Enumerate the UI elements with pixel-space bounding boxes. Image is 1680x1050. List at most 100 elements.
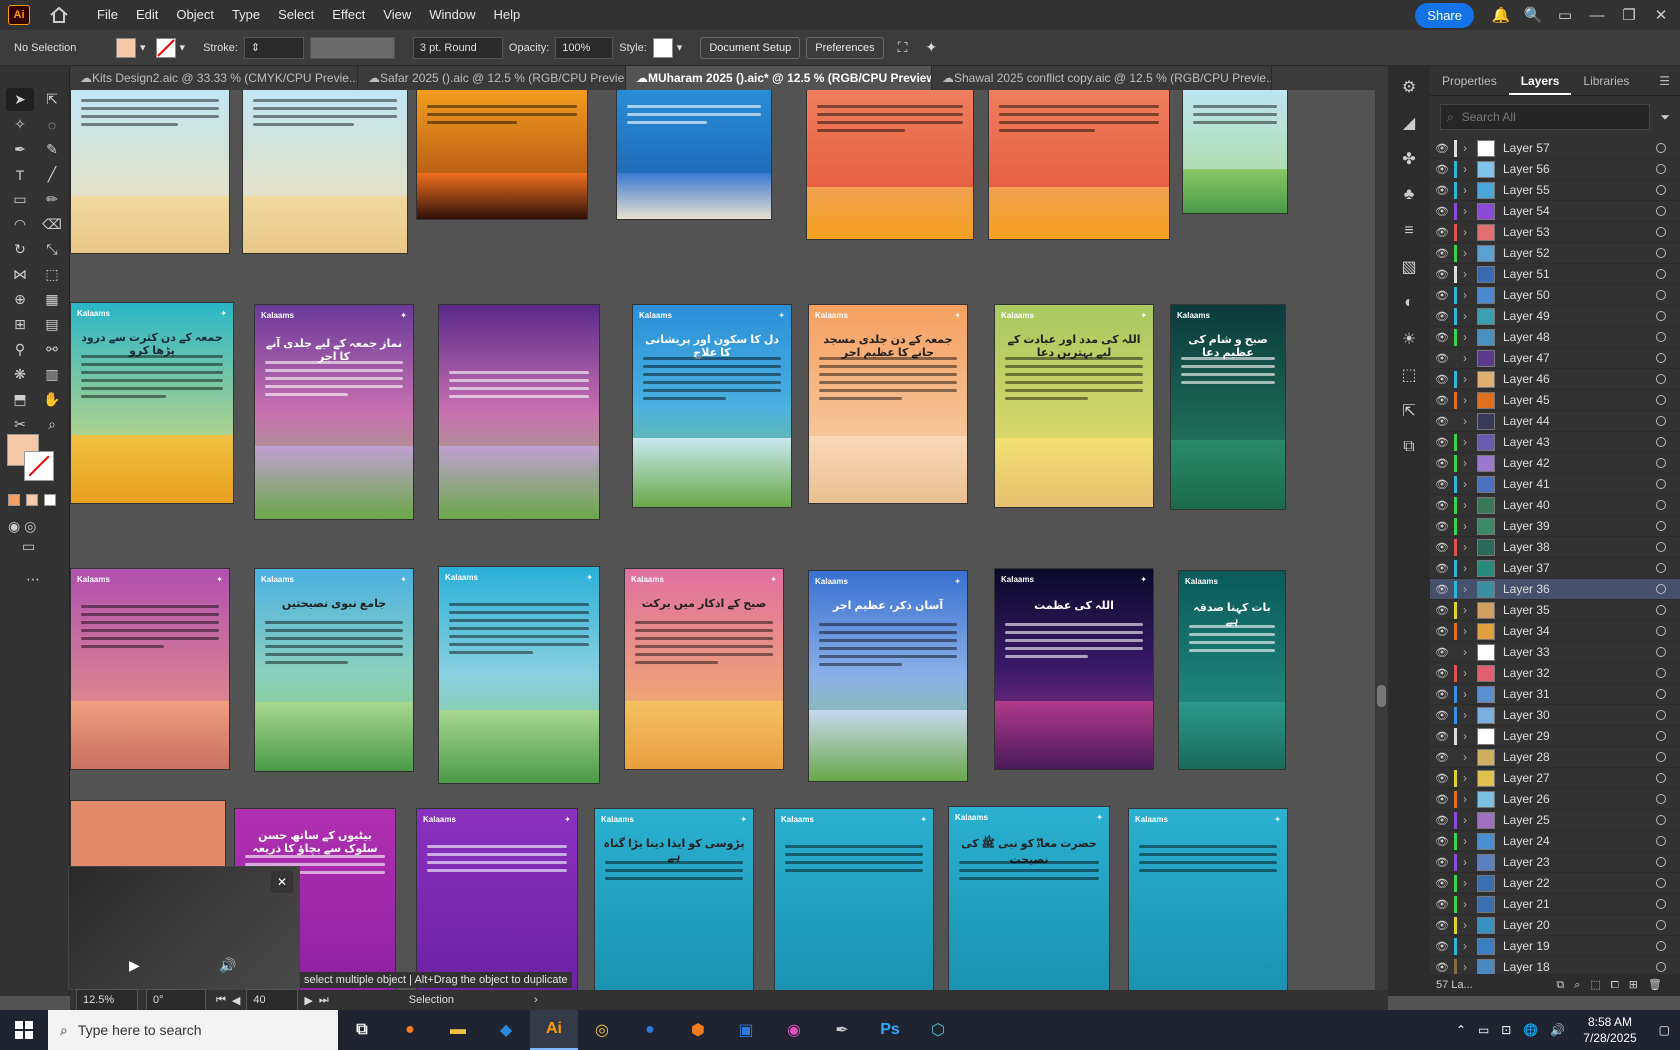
artboard[interactable]: Kalaams بات کہنا صدقہ ہے [1178, 570, 1286, 770]
visibility-eye-icon[interactable]: 👁 [1430, 667, 1454, 680]
layer-row[interactable]: 👁 › Layer 45 [1430, 390, 1680, 411]
visibility-eye-icon[interactable]: 👁 [1430, 730, 1454, 743]
artboard[interactable] [1182, 90, 1288, 214]
expand-chevron-icon[interactable]: › [1463, 813, 1477, 827]
menu-view[interactable]: View [374, 0, 420, 30]
tab-libraries[interactable]: Libraries [1571, 66, 1641, 95]
layer-name[interactable]: Layer 57 [1503, 141, 1656, 155]
visibility-eye-icon[interactable]: 👁 [1430, 625, 1454, 638]
last-artboard-icon[interactable]: ⏭ [319, 994, 329, 1007]
panel-menu-icon[interactable]: ☰ [1649, 66, 1680, 95]
visibility-eye-icon[interactable]: 👁 [1430, 793, 1454, 806]
expand-chevron-icon[interactable]: › [1463, 141, 1477, 155]
layer-actions-icons[interactable]: ⧉⌕⬚⧠⊞🗑 [1556, 978, 1672, 992]
layer-row[interactable]: 👁 › Layer 24 [1430, 831, 1680, 852]
pen-app-icon[interactable]: ✒ [818, 1010, 866, 1050]
layer-row[interactable]: 👁 › Layer 37 [1430, 558, 1680, 579]
layer-target-icon[interactable] [1656, 353, 1666, 363]
export-icon[interactable]: ⇱ [1394, 396, 1424, 426]
visibility-eye-icon[interactable]: 👁 [1430, 919, 1454, 932]
layer-name[interactable]: Layer 55 [1503, 183, 1656, 197]
visibility-eye-icon[interactable]: 👁 [1430, 268, 1454, 281]
artboard[interactable]: Kalaams ✦ [70, 568, 230, 770]
document-setup-button[interactable]: Document Setup [700, 36, 801, 59]
home-icon[interactable] [48, 4, 70, 26]
next-artboard-icon[interactable]: ▶ [304, 994, 312, 1007]
layer-row[interactable]: 👁 › Layer 28 [1430, 747, 1680, 768]
layer-name[interactable]: Layer 30 [1503, 708, 1656, 722]
layer-target-icon[interactable] [1656, 458, 1666, 468]
artboard-number-dropdown[interactable]: 40 [246, 989, 299, 1011]
tab-shawal[interactable]: ☁ Shawal 2025 conflict copy.aic @ 12.5 %… [932, 66, 1272, 90]
draw-modes-icon[interactable]: ◉ ◎ [8, 518, 36, 535]
display-icon[interactable]: ▭ [1478, 1023, 1489, 1037]
photoshop-icon[interactable]: Ps [866, 1010, 914, 1050]
layer-target-icon[interactable] [1656, 815, 1666, 825]
layer-row[interactable]: 👁 › Layer 57 [1430, 138, 1680, 159]
layer-target-icon[interactable] [1656, 941, 1666, 951]
network-icon[interactable]: 🌐 [1523, 1023, 1538, 1037]
expand-chevron-icon[interactable]: › [1463, 393, 1477, 407]
artboard-tool-icon[interactable]: ⬒ [6, 388, 34, 411]
stroke-swatch[interactable] [155, 37, 176, 58]
visibility-eye-icon[interactable]: 👁 [1430, 226, 1454, 239]
pencil-tool-icon[interactable]: ✏ [38, 188, 66, 211]
canvas[interactable]: Kalaams ✦ جمعہ کے دن کثرت سے درود پڑھا کر… [70, 90, 1388, 990]
blend-tool-icon[interactable]: ⚯ [38, 338, 66, 361]
menu-object[interactable]: Object [167, 0, 223, 30]
filter-icon[interactable]: ⏷ [1660, 110, 1670, 125]
visibility-eye-icon[interactable]: 👁 [1430, 940, 1454, 953]
pen-tool-icon[interactable]: ✒ [6, 138, 34, 161]
layer-name[interactable]: Layer 32 [1503, 666, 1656, 680]
expand-chevron-icon[interactable]: › [1463, 645, 1477, 659]
bell-icon[interactable]: 🔔 [1488, 2, 1514, 28]
workspace-icon[interactable]: ▭ [1552, 2, 1578, 28]
gradient-panel-icon[interactable]: ◢ [1394, 108, 1424, 138]
layer-row[interactable]: 👁 › Layer 25 [1430, 810, 1680, 831]
layer-target-icon[interactable] [1656, 521, 1666, 531]
restore-icon[interactable]: ❐ [1616, 2, 1642, 28]
layer-name[interactable]: Layer 42 [1503, 456, 1656, 470]
layer-name[interactable]: Layer 37 [1503, 561, 1656, 575]
layer-name[interactable]: Layer 25 [1503, 813, 1656, 827]
graph-tool-icon[interactable]: ▥ [38, 363, 66, 386]
layer-name[interactable]: Layer 50 [1503, 288, 1656, 302]
menu-window[interactable]: Window [420, 0, 484, 30]
selection-tool-icon[interactable]: ➤ [6, 88, 34, 111]
artboard[interactable] [988, 90, 1170, 240]
visibility-eye-icon[interactable]: 👁 [1430, 142, 1454, 155]
zoom-icon[interactable]: ● [626, 1010, 674, 1050]
lasso-tool-icon[interactable]: ◌ [38, 113, 66, 136]
search-icon[interactable]: 🔍 [1520, 2, 1546, 28]
expand-chevron-icon[interactable]: › [1463, 456, 1477, 470]
align-panel-icon[interactable]: ☀ [1394, 324, 1424, 354]
tab-kits-design[interactable]: ☁ Kits Design2.aic @ 33.33 % (CMYK/CPU P… [70, 66, 358, 90]
more-tools-icon[interactable]: ⋯ [26, 571, 40, 588]
layer-target-icon[interactable] [1656, 269, 1666, 279]
layer-target-icon[interactable] [1656, 878, 1666, 888]
expand-chevron-icon[interactable]: › [1463, 666, 1477, 680]
layer-target-icon[interactable] [1656, 626, 1666, 636]
artboard[interactable]: Kalaams ✦ [438, 566, 600, 784]
volume-icon[interactable]: 🔊 [219, 957, 236, 974]
free-transform-tool-icon[interactable]: ⬚ [38, 263, 66, 286]
rectangle-tool-icon[interactable]: ▭ [6, 188, 34, 211]
chrome-icon[interactable]: ◎ [578, 1010, 626, 1050]
layer-row[interactable]: 👁 › Layer 52 [1430, 243, 1680, 264]
layer-name[interactable]: Layer 35 [1503, 603, 1656, 617]
layer-name[interactable]: Layer 39 [1503, 519, 1656, 533]
visibility-eye-icon[interactable]: 👁 [1430, 898, 1454, 911]
visibility-eye-icon[interactable]: 👁 [1430, 331, 1454, 344]
rotate-tool-icon[interactable]: ↻ [6, 238, 34, 261]
layer-row[interactable]: 👁 › Layer 20 [1430, 915, 1680, 936]
layer-target-icon[interactable] [1656, 836, 1666, 846]
magic-wand-tool-icon[interactable]: ✧ [6, 113, 34, 136]
xampp-icon[interactable]: ⬢ [674, 1010, 722, 1050]
expand-chevron-icon[interactable]: › [1463, 351, 1477, 365]
expand-chevron-icon[interactable]: › [1463, 855, 1477, 869]
layer-row[interactable]: 👁 › Layer 47 [1430, 348, 1680, 369]
visibility-eye-icon[interactable]: 👁 [1430, 457, 1454, 470]
outlook-icon[interactable]: ▣ [722, 1010, 770, 1050]
layer-target-icon[interactable] [1656, 899, 1666, 909]
layer-row[interactable]: 👁 › Layer 53 [1430, 222, 1680, 243]
